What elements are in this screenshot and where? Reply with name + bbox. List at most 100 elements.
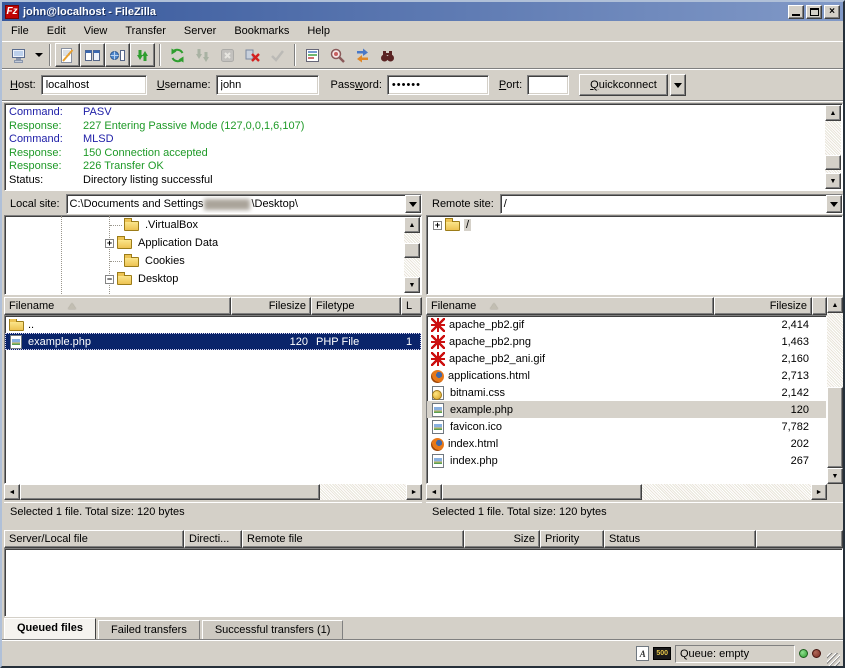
remote-tree[interactable]: + / bbox=[426, 215, 843, 295]
compare-button[interactable] bbox=[325, 43, 350, 67]
menu-server[interactable]: Server bbox=[175, 23, 225, 39]
column-filesize[interactable]: Filesize bbox=[714, 297, 812, 315]
log-line: Response:226 Transfer OK bbox=[9, 160, 842, 174]
column-filename[interactable]: Filename bbox=[426, 297, 714, 315]
local-file-list[interactable]: .. example.php 120 PHP File 1 bbox=[4, 315, 422, 484]
username-input[interactable] bbox=[216, 75, 319, 95]
local-list-hscrollbar[interactable]: ◄ ► bbox=[4, 484, 422, 500]
scroll-left-icon[interactable]: ◄ bbox=[4, 484, 20, 500]
menu-edit[interactable]: Edit bbox=[38, 23, 75, 39]
synchronized-browsing-button[interactable] bbox=[350, 43, 375, 67]
file-row[interactable]: index.php267 bbox=[427, 452, 826, 469]
tab-successful-transfers[interactable]: Successful transfers (1) bbox=[202, 620, 344, 639]
resize-grip[interactable] bbox=[827, 653, 840, 666]
tab-failed-transfers[interactable]: Failed transfers bbox=[98, 620, 200, 639]
menu-file[interactable]: File bbox=[2, 23, 38, 39]
scrollbar-thumb[interactable] bbox=[825, 155, 841, 170]
toggle-local-tree-button[interactable] bbox=[80, 43, 105, 67]
column-direction[interactable]: Directi... bbox=[184, 530, 242, 548]
file-row[interactable]: index.html202 bbox=[427, 435, 826, 452]
log-scrollbar[interactable]: ▲ ▼ bbox=[825, 105, 841, 189]
maximize-button[interactable] bbox=[806, 5, 822, 19]
collapse-minus-icon[interactable]: − bbox=[105, 275, 114, 284]
tree-item-application-data[interactable]: + Application Data bbox=[5, 234, 421, 252]
scroll-right-icon[interactable]: ► bbox=[406, 484, 422, 500]
close-button[interactable]: × bbox=[824, 5, 840, 19]
column-lastmodified[interactable]: L bbox=[401, 297, 422, 315]
scrollbar-thumb[interactable] bbox=[827, 387, 843, 468]
menu-bookmarks[interactable]: Bookmarks bbox=[225, 23, 298, 39]
scroll-up-icon[interactable]: ▲ bbox=[825, 105, 841, 121]
process-queue-button[interactable] bbox=[190, 43, 215, 67]
tree-item-root[interactable]: + / bbox=[427, 216, 842, 234]
host-input[interactable] bbox=[41, 75, 147, 95]
column-size[interactable]: Size bbox=[464, 530, 540, 548]
port-input[interactable] bbox=[527, 75, 569, 95]
maximize-icon bbox=[810, 8, 819, 16]
tree-item-cookies[interactable]: Cookies bbox=[5, 252, 421, 270]
column-priority[interactable]: Priority bbox=[540, 530, 604, 548]
local-tree-scrollbar[interactable]: ▲ ▼ bbox=[404, 217, 420, 293]
local-site-combo[interactable]: C:\Documents and Settings\Desktop\ bbox=[66, 194, 422, 214]
column-filetype[interactable]: Filetype bbox=[311, 297, 401, 315]
queue-list[interactable] bbox=[4, 548, 843, 617]
remote-list-scrollbar[interactable]: ▲ ▼ bbox=[827, 297, 843, 484]
menu-view[interactable]: View bbox=[75, 23, 117, 39]
minimize-button[interactable] bbox=[788, 5, 804, 19]
password-input[interactable] bbox=[387, 75, 489, 95]
file-row[interactable]: bitnami.css2,142 bbox=[427, 384, 826, 401]
quickconnect-dropdown[interactable] bbox=[670, 74, 686, 96]
refresh-button[interactable] bbox=[165, 43, 190, 67]
file-row-example-php[interactable]: example.php120 bbox=[427, 401, 826, 418]
scroll-right-icon[interactable]: ► bbox=[811, 484, 827, 500]
disconnect-button[interactable] bbox=[240, 43, 265, 67]
reconnect-button[interactable] bbox=[265, 43, 290, 67]
file-row[interactable]: favicon.ico7,782 bbox=[427, 418, 826, 435]
cancel-button[interactable] bbox=[215, 43, 240, 67]
scroll-left-icon[interactable]: ◄ bbox=[426, 484, 442, 500]
remote-list-hscrollbar[interactable]: ◄ ► bbox=[426, 484, 827, 500]
toggle-remote-tree-button[interactable] bbox=[105, 43, 130, 67]
scroll-up-icon[interactable]: ▲ bbox=[827, 297, 843, 313]
scroll-down-icon[interactable]: ▼ bbox=[404, 277, 420, 293]
file-row-example-php[interactable]: example.php 120 PHP File 1 bbox=[5, 333, 421, 350]
scrollbar-thumb[interactable] bbox=[20, 484, 320, 500]
scroll-down-icon[interactable]: ▼ bbox=[825, 173, 841, 189]
filter-button[interactable] bbox=[300, 43, 325, 67]
scroll-up-icon[interactable]: ▲ bbox=[404, 217, 420, 233]
column-server-local-file[interactable]: Server/Local file bbox=[4, 530, 184, 548]
menu-transfer[interactable]: Transfer bbox=[116, 23, 175, 39]
column-remote-file[interactable]: Remote file bbox=[242, 530, 464, 548]
local-tree[interactable]: .VirtualBox + Application Data Cookies −… bbox=[4, 215, 422, 295]
toggle-message-log-button[interactable] bbox=[55, 43, 80, 67]
file-row-parent[interactable]: .. bbox=[5, 316, 421, 333]
menu-help[interactable]: Help bbox=[298, 23, 339, 39]
tab-queued-files[interactable]: Queued files bbox=[4, 618, 96, 639]
scroll-down-icon[interactable]: ▼ bbox=[827, 468, 843, 484]
site-manager-dropdown[interactable] bbox=[32, 43, 45, 67]
remote-site-dropdown[interactable] bbox=[826, 195, 842, 213]
scrollbar-thumb[interactable] bbox=[442, 484, 642, 500]
local-site-dropdown[interactable] bbox=[405, 195, 421, 213]
toggle-transfer-queue-button[interactable] bbox=[130, 43, 155, 67]
column-filesize[interactable]: Filesize bbox=[231, 297, 311, 315]
chevron-down-icon bbox=[35, 53, 43, 57]
message-log[interactable]: Command:PASV Response:227 Entering Passi… bbox=[4, 103, 843, 191]
file-row[interactable]: apache_pb2.gif2,414 bbox=[427, 316, 826, 333]
expand-plus-icon[interactable]: + bbox=[105, 239, 114, 248]
quickconnect-button[interactable]: Quickconnect bbox=[579, 74, 668, 96]
site-manager-button[interactable] bbox=[7, 43, 32, 67]
remote-file-list[interactable]: apache_pb2.gif2,414 apache_pb2.png1,463 … bbox=[426, 315, 827, 484]
tree-item-desktop[interactable]: − Desktop bbox=[5, 270, 421, 288]
column-status[interactable]: Status bbox=[604, 530, 756, 548]
reconnect-icon bbox=[269, 47, 286, 64]
scrollbar-thumb[interactable] bbox=[404, 243, 420, 258]
remote-site-combo[interactable]: / bbox=[500, 194, 843, 214]
find-button[interactable] bbox=[375, 43, 400, 67]
file-row[interactable]: applications.html2,713 bbox=[427, 367, 826, 384]
file-row[interactable]: apache_pb2.png1,463 bbox=[427, 333, 826, 350]
expand-plus-icon[interactable]: + bbox=[433, 221, 442, 230]
column-filename[interactable]: Filename bbox=[4, 297, 231, 315]
tree-item-virtualbox[interactable]: .VirtualBox bbox=[5, 216, 421, 234]
file-row[interactable]: apache_pb2_ani.gif2,160 bbox=[427, 350, 826, 367]
